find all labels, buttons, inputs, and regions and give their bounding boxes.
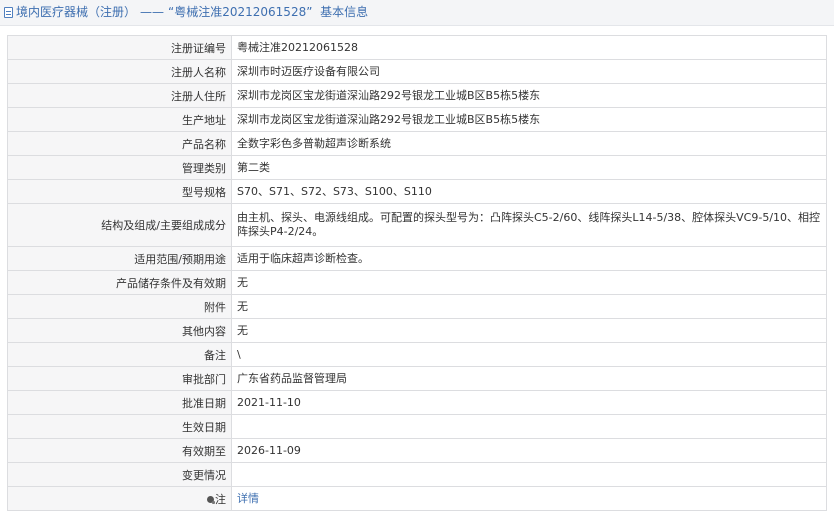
row-label: 生产地址 xyxy=(7,107,232,132)
row-value: \ xyxy=(231,342,827,367)
table-row: 变更情况 xyxy=(7,462,827,487)
row-value: 无 xyxy=(231,318,827,343)
table-row: 生产地址 深圳市龙岗区宝龙街道深汕路292号银龙工业城B区B5栋5楼东 xyxy=(7,107,827,132)
row-value: 粤械注准20212061528 xyxy=(231,35,827,60)
row-label: 注册人住所 xyxy=(7,83,232,108)
row-value: 无 xyxy=(231,294,827,319)
table-row: 注册人住所 深圳市龙岗区宝龙街道深汕路292号银龙工业城B区B5栋5楼东 xyxy=(7,83,827,108)
row-value: S70、S71、S72、S73、S100、S110 xyxy=(231,179,827,204)
table-row: 生效日期 xyxy=(7,414,827,439)
page-header: 境内医疗器械（注册） —— “粤械注准20212061528” 基本信息 xyxy=(0,0,834,26)
row-value: 第二类 xyxy=(231,155,827,180)
row-value: 广东省药品监督管理局 xyxy=(231,366,827,391)
row-label: 产品名称 xyxy=(7,131,232,156)
row-value: 深圳市时迈医疗设备有限公司 xyxy=(231,59,827,84)
row-value: 由主机、探头、电源线组成。可配置的探头型号为：凸阵探头C5-2/60、线阵探头L… xyxy=(231,203,827,247)
table-row: 备注 \ xyxy=(7,342,827,367)
table-row: 注册证编号 粤械注准20212061528 xyxy=(7,35,827,60)
table-row: 管理类别 第二类 xyxy=(7,155,827,180)
row-label: 型号规格 xyxy=(7,179,232,204)
row-label: 其他内容 xyxy=(7,318,232,343)
section-title: 基本信息 xyxy=(320,5,369,19)
table-row: 注 详情 xyxy=(7,486,827,511)
row-label: 变更情况 xyxy=(7,462,232,487)
row-label: 注 xyxy=(215,492,226,506)
row-label: 管理类别 xyxy=(7,155,232,180)
row-value: 详情 xyxy=(231,486,827,511)
table-row: 附件 无 xyxy=(7,294,827,319)
row-label: 备注 xyxy=(7,342,232,367)
row-value: 深圳市龙岗区宝龙街道深汕路292号银龙工业城B区B5栋5楼东 xyxy=(231,83,827,108)
row-label: 附件 xyxy=(7,294,232,319)
row-label: 注册证编号 xyxy=(7,35,232,60)
breadcrumb-root[interactable]: 境内医疗器械（注册） xyxy=(16,5,136,19)
note-label-cell: 注 xyxy=(7,486,232,511)
row-label: 注册人名称 xyxy=(7,59,232,84)
table-row: 产品储存条件及有效期 无 xyxy=(7,270,827,295)
row-value: 深圳市龙岗区宝龙街道深汕路292号银龙工业城B区B5栋5楼东 xyxy=(231,107,827,132)
row-value: 适用于临床超声诊断检查。 xyxy=(231,246,827,271)
table-row: 审批部门 广东省药品监督管理局 xyxy=(7,366,827,391)
row-value xyxy=(231,462,827,487)
row-label: 有效期至 xyxy=(7,438,232,463)
table-row: 产品名称 全数字彩色多普勒超声诊断系统 xyxy=(7,131,827,156)
row-label: 产品储存条件及有效期 xyxy=(7,270,232,295)
row-value: 2026-11-09 xyxy=(231,438,827,463)
table-row: 批准日期 2021-11-10 xyxy=(7,390,827,415)
row-label: 适用范围/预期用途 xyxy=(7,246,232,271)
table-row: 适用范围/预期用途 适用于临床超声诊断检查。 xyxy=(7,246,827,271)
record-title: “粤械注准20212061528” xyxy=(168,5,313,19)
note-icon xyxy=(207,495,215,504)
table-row: 注册人名称 深圳市时迈医疗设备有限公司 xyxy=(7,59,827,84)
row-value xyxy=(231,414,827,439)
table-row: 有效期至 2026-11-09 xyxy=(7,438,827,463)
row-label: 结构及组成/主要组成成分 xyxy=(7,203,232,247)
row-label: 批准日期 xyxy=(7,390,232,415)
breadcrumb-separator: —— xyxy=(140,5,165,19)
table-row: 结构及组成/主要组成成分 由主机、探头、电源线组成。可配置的探头型号为：凸阵探头… xyxy=(7,203,827,247)
detail-table: 注册证编号 粤械注准20212061528 注册人名称 深圳市时迈医疗设备有限公… xyxy=(7,35,827,511)
row-label: 生效日期 xyxy=(7,414,232,439)
table-row: 其他内容 无 xyxy=(7,318,827,343)
row-value: 2021-11-10 xyxy=(231,390,827,415)
table-row: 型号规格 S70、S71、S72、S73、S100、S110 xyxy=(7,179,827,204)
details-link[interactable]: 详情 xyxy=(237,492,259,505)
row-label: 审批部门 xyxy=(7,366,232,391)
document-icon xyxy=(4,7,13,18)
row-value: 无 xyxy=(231,270,827,295)
row-value: 全数字彩色多普勒超声诊断系统 xyxy=(231,131,827,156)
